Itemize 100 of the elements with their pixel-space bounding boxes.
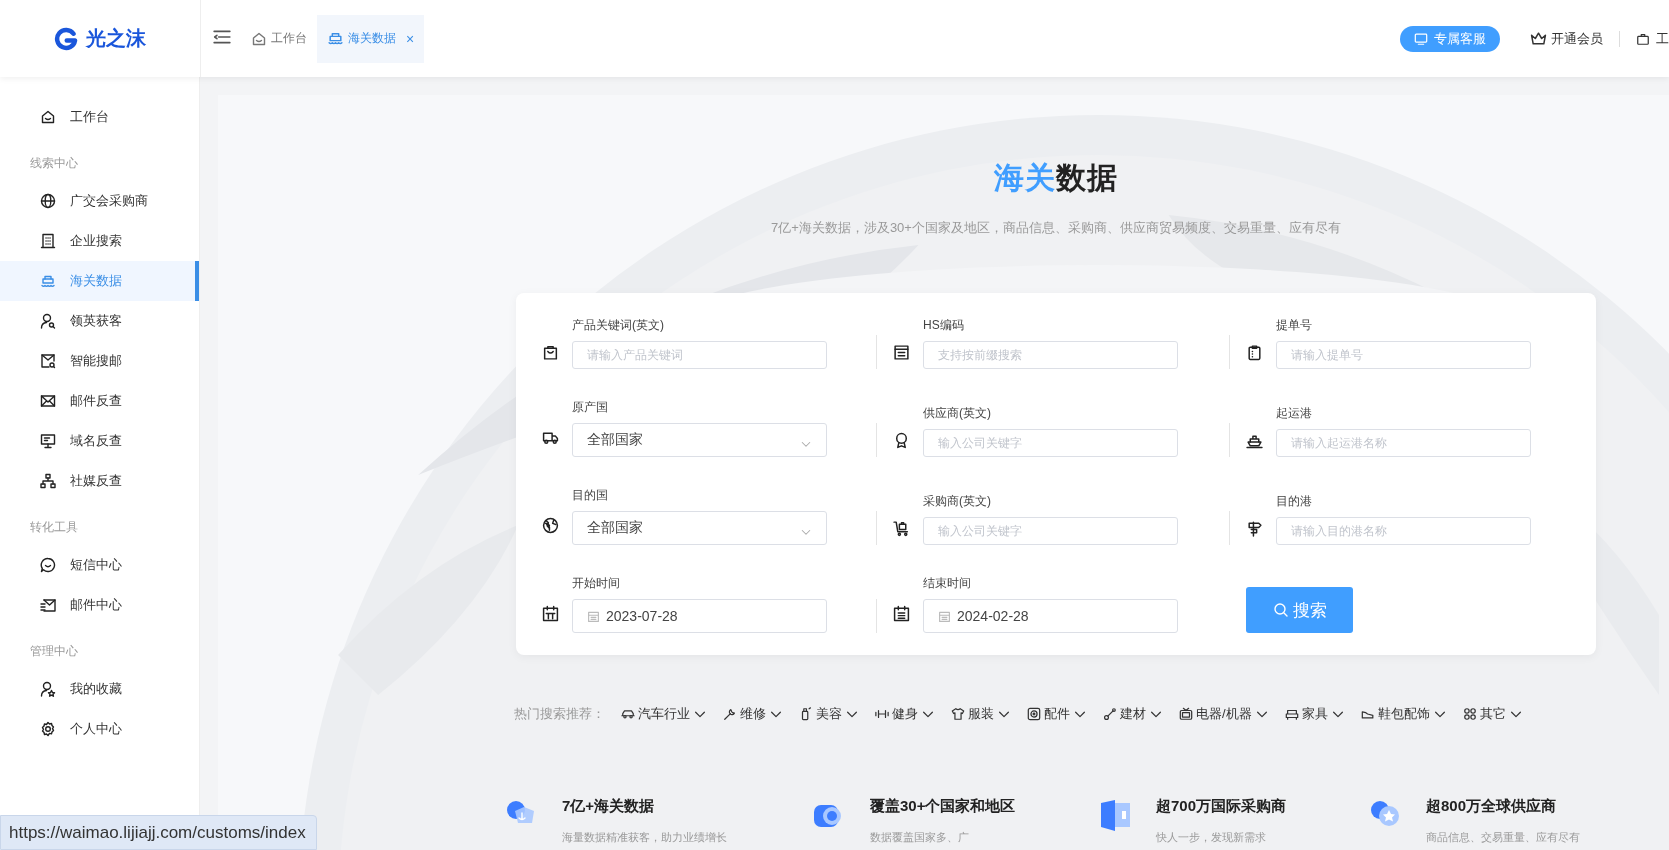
globe-icon [40,193,56,209]
input-field[interactable]: 请输入起运港名称 [1276,429,1531,457]
select-field[interactable]: 全部国家 [572,423,827,457]
field-label: 目的港 [1276,493,1313,510]
user-star-icon [40,681,56,697]
input-field[interactable]: 请输入目的港名称 [1276,517,1531,545]
sidebar-item[interactable]: 企业搜索 [0,221,199,261]
sidebar-item[interactable]: 域名反查 [0,421,199,461]
briefcase-icon [1636,31,1650,46]
hot-tag[interactable]: 配件 [1044,705,1070,723]
home-icon [251,30,267,47]
hot-search-label: 热门搜索推荐： [514,705,605,723]
input-field[interactable]: 输入公司关键字 [923,517,1178,545]
tool-icon [1103,707,1117,721]
form-icon [893,343,910,361]
hot-tag[interactable]: 其它 [1479,705,1506,723]
hot-tag[interactable]: 服装 [968,705,994,723]
hot-tag[interactable]: 汽车行业 [638,705,690,723]
sitemap-icon [40,473,56,489]
section-heading: 管理中心 [29,643,79,660]
toolbar-link[interactable]: 工 [1636,29,1669,48]
feature-description: 海量数据精准获客，助力业绩增长 [562,830,727,845]
mail-search-icon [40,353,56,369]
wrench-icon [723,707,737,721]
input-field[interactable]: 输入公司关键字 [923,429,1178,457]
select-field[interactable]: 全部国家 [572,511,827,545]
calendar-icon [938,609,951,623]
sofa-icon [1284,707,1299,721]
feature-title: 覆盖30+个国家和地区 [870,797,1016,816]
field-label: 开始时间 [572,575,621,592]
field-label: HS编码 [923,317,965,334]
feature-description: 商品信息、交易重量、应有尽有 [1426,830,1580,845]
user-search-icon [40,313,56,329]
logo-icon [54,26,78,51]
input-field[interactable]: 请输入产品关键词 [572,341,827,369]
hot-tag[interactable]: 美容 [816,705,842,723]
cart-icon [893,519,910,537]
sidebar-item[interactable]: 个人中心 [0,709,199,749]
crown-icon [1530,30,1547,47]
date-field[interactable]: 2024-02-28 [923,599,1178,633]
sidebar-item[interactable]: 邮件中心 [0,585,199,625]
calendar-icon [587,609,600,623]
feature-title: 超700万国际采购商 [1156,797,1287,816]
page-title: 海关数据 [993,160,1119,196]
feature-description: 快人一步，发现新需求 [1156,830,1267,845]
envelope-icon [40,393,56,409]
section-heading: 转化工具 [29,519,79,536]
calendar-icon [542,604,559,622]
field-label: 采购商(英文) [923,493,992,510]
logo-text: 光之沫 [86,26,146,51]
hot-tag[interactable]: 鞋包配饰 [1377,705,1430,723]
award-icon [893,431,910,449]
field-label: 起运港 [1276,405,1313,422]
feature-description: 数据覆盖国家多、广 [870,830,970,845]
date-field[interactable]: 2023-07-28 [572,599,827,633]
ship-icon [327,30,344,47]
input-field[interactable]: 支持按前缀搜索 [923,341,1178,369]
field-label: 产品关键词(英文) [572,317,665,334]
field-label: 供应商(英文) [923,405,992,422]
field-label: 原产国 [572,399,609,416]
bag-icon [542,343,559,361]
sidebar-item[interactable]: 领英获客 [0,301,199,341]
gear-icon [40,721,56,737]
dumbbell-icon [875,707,889,721]
page-subtitle: 7亿+海关数据，涉及30+个国家及地区，商品信息、采购商、供应商贸易频度、交易重量、应有尽有 [770,219,1342,237]
field-label: 结束时间 [923,575,972,592]
status-url: https://waimao.lijiajj.com/customs/index [0,815,317,850]
send-mail-icon [40,597,56,613]
signpost-icon [1246,519,1263,537]
hot-tag[interactable]: 健身 [892,705,918,723]
hot-tag[interactable]: 电器/机器 [1196,705,1252,723]
hot-tag[interactable]: 家具 [1301,705,1328,723]
sidebar-item[interactable]: 社媒反查 [0,461,199,501]
input-field[interactable]: 请输入提单号 [1276,341,1531,369]
field-label: 提单号 [1276,317,1313,334]
feature-title: 7亿+海关数据 [562,797,656,816]
membership-link[interactable]: 开通会员 [1530,29,1603,48]
sidebar-item[interactable]: 广交会采购商 [0,181,199,221]
sidebar-item[interactable]: 工作台 [0,97,199,137]
clipboard-icon [1246,343,1263,361]
appliance-icon [1179,707,1193,721]
hot-tag[interactable]: 维修 [740,705,766,723]
shirt-icon [951,707,965,721]
sidebar-item[interactable]: 短信中心 [0,545,199,585]
bottle-icon [799,707,813,721]
part-icon [1027,707,1041,721]
hot-tag[interactable]: 建材 [1120,705,1146,723]
monitor-icon [40,433,56,449]
car-icon [621,707,635,721]
chat-bubble-icon [40,557,56,573]
grid-icon [1462,707,1477,721]
building-icon [40,233,56,249]
sidebar-item[interactable]: 智能搜邮 [0,341,199,381]
tab[interactable]: 工作台 [241,14,317,63]
sidebar-item[interactable]: 我的收藏 [0,669,199,709]
field-label: 目的国 [572,487,609,504]
sidebar-item[interactable]: 邮件反查 [0,381,199,421]
globe-icon [542,516,559,534]
home-icon [40,109,56,125]
feature-title: 超800万全球供应商 [1426,797,1558,816]
